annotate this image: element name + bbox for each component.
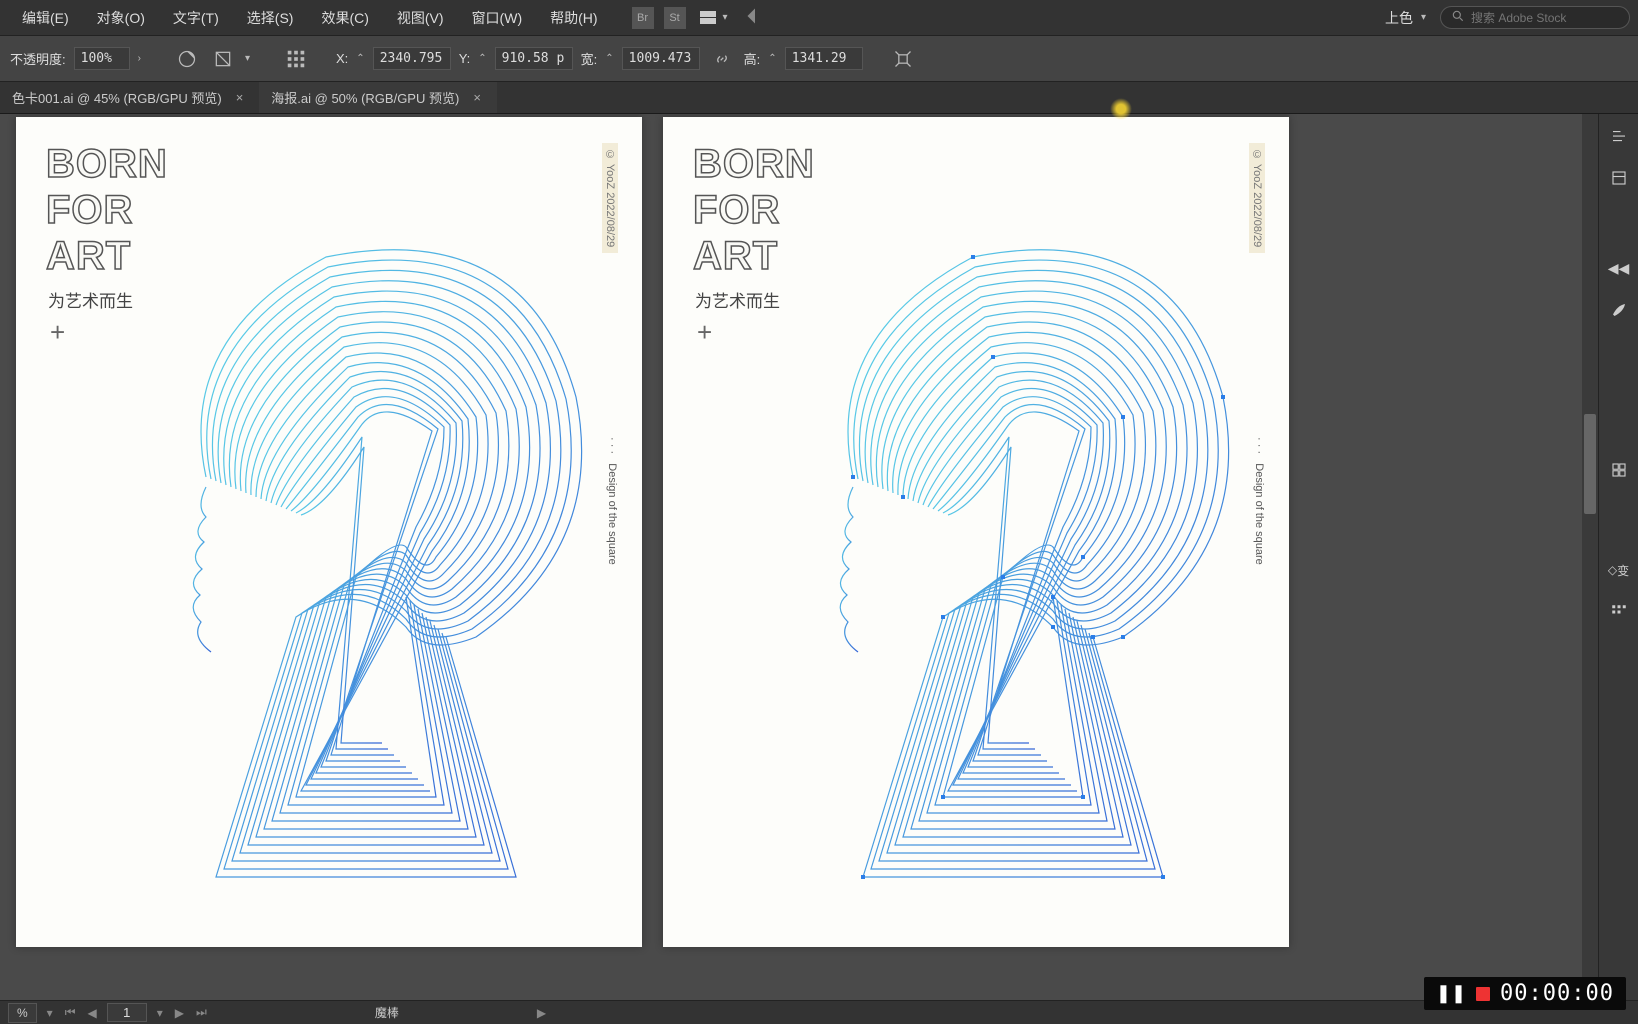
document-tabs: 色卡001.ai @ 45% (RGB/GPU 预览) × 海报.ai @ 50… <box>0 82 1638 114</box>
menu-effect[interactable]: 效果(C) <box>307 2 382 34</box>
scrollbar-vertical[interactable] <box>1582 114 1598 1000</box>
chevron-down-icon[interactable]: ▾ <box>45 1006 55 1020</box>
menu-window[interactable]: 窗口(W) <box>458 2 537 34</box>
pause-icon[interactable]: ❚❚ <box>1436 983 1466 1004</box>
y-stepper-icon[interactable]: ⌃ <box>478 53 486 64</box>
tab-document-2[interactable]: 海报.ai @ 50% (RGB/GPU 预览) × <box>259 82 497 113</box>
blend-art-head-selected[interactable] <box>743 197 1243 897</box>
workspace: BORN FOR ART 为艺术而生 + © YooZ 2022/08/29 ·… <box>0 114 1638 1000</box>
align-panel-icon[interactable] <box>1607 600 1631 624</box>
artboard-number-input[interactable] <box>107 1003 147 1022</box>
workspace-switcher[interactable]: 上色 ▾ <box>1385 8 1426 28</box>
menu-select[interactable]: 选择(S) <box>233 2 308 34</box>
first-artboard-icon[interactable]: ⏮ <box>63 1005 78 1020</box>
artboard-1: BORN FOR ART 为艺术而生 + © YooZ 2022/08/29 ·… <box>16 117 642 947</box>
transform-panel-icon[interactable]: ◇ 变 <box>1607 558 1631 582</box>
canvas[interactable]: BORN FOR ART 为艺术而生 + © YooZ 2022/08/29 ·… <box>0 114 1598 1000</box>
search-input[interactable] <box>1471 11 1621 25</box>
w-label: 宽: <box>581 49 598 68</box>
next-artboard-icon[interactable]: ▶ <box>173 1006 186 1020</box>
recolor-icon[interactable] <box>173 45 201 73</box>
search-stock[interactable] <box>1440 6 1630 29</box>
isolate-icon[interactable] <box>889 45 917 73</box>
properties-panel-icon[interactable] <box>1607 124 1631 148</box>
search-icon <box>1451 9 1465 26</box>
h-stepper-icon[interactable]: ⌃ <box>768 53 776 64</box>
zoom-level[interactable]: % <box>8 1003 37 1023</box>
menu-bar: 编辑(E) 对象(O) 文字(T) 选择(S) 效果(C) 视图(V) 窗口(W… <box>0 0 1638 36</box>
close-icon[interactable]: × <box>232 90 248 105</box>
expand-panel-icon[interactable]: ◀◀ <box>1607 256 1631 280</box>
poster-plus-icon: + <box>50 317 65 348</box>
workspace-label: 上色 <box>1385 8 1413 28</box>
play-icon[interactable]: ▶ <box>535 1006 548 1020</box>
x-stepper-icon[interactable]: ⌃ <box>356 53 364 64</box>
link-wh-icon[interactable] <box>708 45 736 73</box>
align-icon[interactable] <box>282 45 310 73</box>
gpu-icon[interactable] <box>746 7 764 28</box>
recording-timer: 00:00:00 <box>1500 981 1614 1006</box>
w-stepper-icon[interactable]: ⌃ <box>605 53 613 64</box>
transform-icon[interactable] <box>209 45 237 73</box>
poster-design-credit: · · · Design of the square <box>1253 437 1265 565</box>
swatches-panel-icon[interactable] <box>1607 458 1631 482</box>
poster-plus-icon: + <box>697 317 712 348</box>
prev-artboard-icon[interactable]: ◀ <box>86 1006 99 1020</box>
control-bar: 不透明度: › ▾ X: ⌃ Y: ⌃ 宽: ⌃ 高: ⌃ <box>0 36 1638 82</box>
brushes-panel-icon[interactable] <box>1607 298 1631 322</box>
poster-copyright: © YooZ 2022/08/29 <box>1249 143 1265 253</box>
opacity-chevron-icon[interactable]: › <box>138 53 141 64</box>
last-artboard-icon[interactable]: ⏭ <box>194 1005 209 1020</box>
opacity-input[interactable] <box>74 47 130 70</box>
menu-edit[interactable]: 编辑(E) <box>8 2 83 34</box>
poster-design-credit: · · · Design of the square <box>606 437 618 565</box>
menu-type[interactable]: 文字(T) <box>159 2 233 34</box>
x-label: X: <box>336 51 348 66</box>
chevron-down-icon[interactable]: ▾ <box>245 53 250 64</box>
menu-help[interactable]: 帮助(H) <box>536 2 611 34</box>
h-label: 高: <box>744 49 761 68</box>
blend-art-head <box>96 197 596 897</box>
libraries-panel-icon[interactable] <box>1607 166 1631 190</box>
tab-document-1[interactable]: 色卡001.ai @ 45% (RGB/GPU 预览) × <box>0 82 259 113</box>
tab-label: 色卡001.ai @ 45% (RGB/GPU 预览) <box>12 88 222 107</box>
stock-icon[interactable]: St <box>664 7 686 29</box>
recording-overlay: ❚❚ 00:00:00 <box>1424 977 1626 1010</box>
y-input[interactable] <box>495 47 573 70</box>
artboard-2: BORN FOR ART 为艺术而生 + © YooZ 2022/08/29 ·… <box>663 117 1289 947</box>
menu-view[interactable]: 视图(V) <box>383 2 458 34</box>
scrollbar-thumb[interactable] <box>1584 414 1596 514</box>
chevron-down-icon[interactable]: ▾ <box>723 12 728 23</box>
arrange-documents-icon[interactable] <box>700 11 717 24</box>
chevron-down-icon[interactable]: ▾ <box>155 1006 165 1020</box>
bridge-icon[interactable]: Br <box>632 7 654 29</box>
status-bar: % ▾ ⏮ ◀ ▾ ▶ ⏭ 魔棒 ▶ <box>0 1000 1638 1024</box>
x-input[interactable] <box>373 47 451 70</box>
poster-copyright: © YooZ 2022/08/29 <box>602 143 618 253</box>
h-input[interactable] <box>785 47 863 70</box>
chevron-down-icon: ▾ <box>1421 12 1426 23</box>
menu-object[interactable]: 对象(O) <box>83 2 159 34</box>
record-icon[interactable] <box>1476 987 1490 1001</box>
w-input[interactable] <box>622 47 700 70</box>
close-icon[interactable]: × <box>469 90 485 105</box>
tool-name: 魔棒 <box>375 1004 399 1021</box>
opacity-label: 不透明度: <box>10 49 66 68</box>
tab-label: 海报.ai @ 50% (RGB/GPU 预览) <box>271 88 459 107</box>
panel-dock: ◀◀ ◇ 变 <box>1598 114 1638 1000</box>
y-label: Y: <box>459 51 471 66</box>
